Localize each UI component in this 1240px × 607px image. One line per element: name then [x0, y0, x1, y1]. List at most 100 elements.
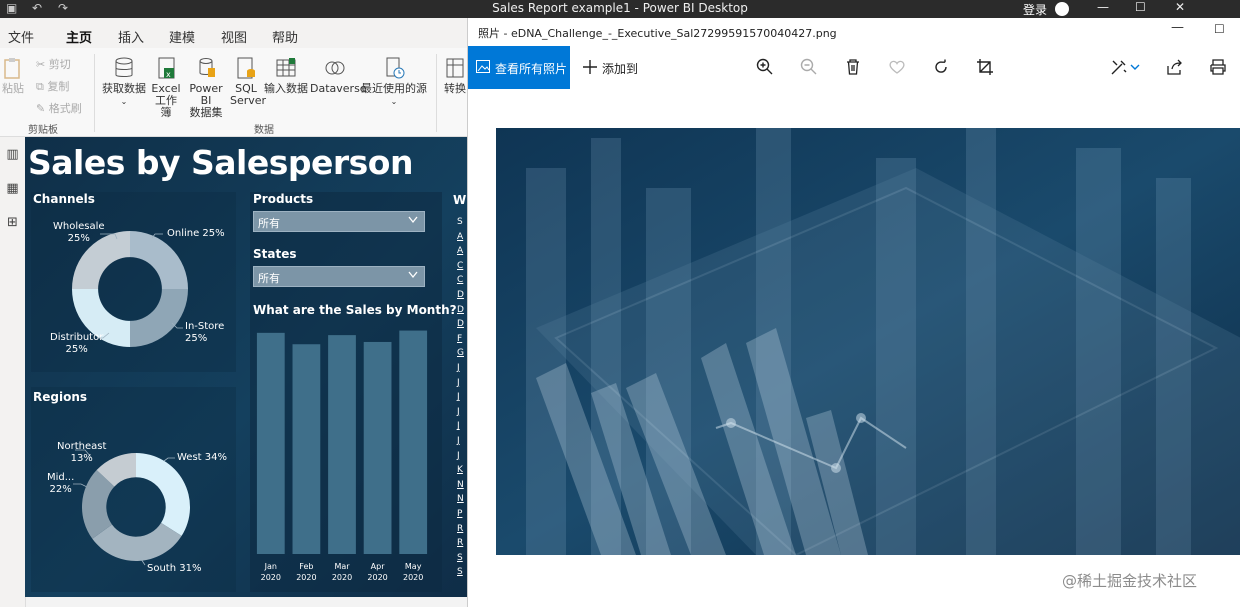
who-table-row[interactable]: G	[457, 348, 464, 358]
recent-sources-button[interactable]: 最近使用的源 ⌄	[360, 56, 428, 108]
excel-label-2: 工作簿	[155, 94, 177, 119]
login-link[interactable]: 登录	[1023, 1, 1047, 18]
who-table-row[interactable]: R	[457, 524, 463, 534]
who-table-row[interactable]: N	[457, 494, 464, 504]
who-table-row[interactable]: A	[457, 246, 463, 256]
regions-donut[interactable]	[80, 451, 192, 563]
regions-label-northeast-pct: 13%	[70, 453, 93, 464]
get-data-button[interactable]: 获取数据 ⌄	[100, 56, 148, 108]
powerbi-titlebar: ▣ ↶ ↷ Sales Report example1 - Power BI D…	[0, 0, 1240, 18]
delete-icon[interactable]	[844, 58, 862, 76]
x-tick-month: May	[404, 562, 422, 571]
who-table-row[interactable]: J	[457, 378, 460, 388]
who-table-row[interactable]: J	[457, 363, 460, 373]
bar-mar[interactable]	[328, 335, 356, 554]
who-table-row[interactable]: F	[457, 334, 462, 344]
who-table-row[interactable]: J	[457, 436, 460, 446]
bar-feb[interactable]	[292, 344, 321, 554]
x-tick-label: Jan 2020	[255, 561, 287, 583]
minimize-icon[interactable]: —	[1097, 0, 1109, 14]
cut-button[interactable]: ✂ 剪切	[36, 56, 71, 72]
sql-icon	[237, 57, 255, 79]
photo-icon	[476, 60, 490, 73]
transform-label: 转换	[444, 82, 466, 95]
who-table-row[interactable]: R	[457, 538, 463, 548]
dataverse-button[interactable]: Dataverse	[310, 56, 367, 95]
close-icon[interactable]: ✕	[1175, 0, 1185, 14]
menu-view[interactable]: 视图	[221, 27, 247, 46]
report-view-icon[interactable]: ▥	[0, 147, 25, 162]
who-table-row[interactable]: C	[457, 275, 463, 285]
who-table-row[interactable]: S	[457, 567, 463, 577]
who-table-row[interactable]: N	[457, 480, 464, 490]
bar-jan[interactable]	[256, 332, 285, 554]
print-icon[interactable]	[1209, 58, 1227, 76]
rotate-icon[interactable]	[932, 58, 950, 76]
edit-icon[interactable]	[1110, 58, 1128, 76]
share-icon[interactable]	[1166, 58, 1184, 76]
data-view-icon[interactable]: ▦	[0, 181, 25, 196]
x-tick-month: Mar	[334, 562, 350, 571]
account-toggle[interactable]	[1055, 2, 1069, 16]
who-table-row[interactable]: P	[457, 509, 462, 519]
who-table-row[interactable]: C	[457, 261, 463, 271]
model-view-icon[interactable]: ⊞	[0, 215, 25, 230]
menu-file[interactable]: 文件	[8, 27, 34, 46]
see-all-photos-button[interactable]: 查看所有照片	[468, 46, 570, 89]
chevron-down-icon[interactable]	[1130, 58, 1140, 76]
zoom-in-icon[interactable]	[756, 58, 774, 76]
menu-help[interactable]: 帮助	[272, 27, 298, 46]
add-to-button[interactable]: 添加到	[580, 46, 650, 89]
report-canvas: Sales by Salesperson Channels Wholesale …	[25, 137, 467, 597]
who-table-row[interactable]: J	[457, 392, 460, 402]
x-tick-year: 2020	[296, 573, 317, 582]
products-dropdown[interactable]: 所有	[253, 211, 425, 232]
copy-button[interactable]: ⧉ 复制	[36, 78, 69, 94]
x-tick-year: 2020	[331, 573, 353, 582]
chevron-down-icon	[408, 271, 418, 279]
excel-icon: x	[158, 57, 175, 79]
regions-slice-west[interactable]	[136, 453, 190, 536]
menu-modeling[interactable]: 建模	[169, 27, 195, 46]
who-table-row[interactable]: J	[457, 451, 460, 461]
regions-label-northeast-name: Northeast	[57, 441, 107, 452]
excel-button[interactable]: x Excel 工作簿	[150, 56, 182, 119]
powerbi-dataset-button[interactable]: Power BI 数据集	[183, 56, 229, 119]
photos-window: 照片 - eDNA_Challenge_-_Executive_Sal27299…	[467, 18, 1240, 607]
bar-apr[interactable]	[363, 341, 392, 554]
paste-button[interactable]: 粘贴	[0, 56, 26, 95]
bar-may[interactable]	[399, 330, 428, 554]
regions-label-northeast: Northeast 13%	[57, 441, 106, 465]
who-table-row[interactable]: S	[457, 553, 463, 563]
crop-icon[interactable]	[976, 58, 994, 76]
ribbon-separator	[436, 54, 437, 132]
who-table-row[interactable]: J	[457, 421, 460, 431]
who-table-row[interactable]: D	[457, 305, 464, 315]
zoom-out-icon[interactable]	[800, 58, 818, 76]
states-dropdown[interactable]: 所有	[253, 266, 425, 287]
format-painter-button[interactable]: ✎ 格式刷	[36, 100, 82, 116]
who-table-row[interactable]: A	[457, 232, 463, 242]
photos-minimize-icon[interactable]: —	[1171, 20, 1184, 35]
maximize-icon[interactable]: ☐	[1135, 0, 1146, 14]
sql-server-button[interactable]: SQL Server	[230, 56, 266, 107]
transform-button[interactable]: 转换	[442, 56, 468, 95]
x-tick-month: Apr	[370, 562, 385, 571]
who-table-row[interactable]: J	[457, 407, 460, 417]
powerbi-label-2: 数据集	[189, 106, 223, 119]
menu-insert[interactable]: 插入	[118, 27, 144, 46]
plus-icon	[583, 60, 597, 74]
x-tick-label: Apr 2020	[362, 561, 394, 583]
who-table-row[interactable]: K	[457, 465, 463, 475]
photos-maximize-icon[interactable]: ☐	[1214, 22, 1225, 36]
menu-bar: 文件 主页 插入 建模 视图 帮助	[0, 18, 470, 51]
enter-data-button[interactable]: 输入数据	[263, 56, 309, 95]
x-tick-label: May 2020	[397, 561, 429, 583]
who-table-header[interactable]: S	[457, 217, 463, 227]
who-table-row[interactable]: D	[457, 290, 464, 300]
menu-home[interactable]: 主页	[66, 27, 93, 51]
favorite-icon[interactable]	[888, 58, 906, 76]
who-table-row[interactable]: D	[457, 319, 464, 329]
add-to-label: 添加到	[602, 62, 639, 76]
ribbon: 粘贴 ✂ 剪切 ⧉ 复制 ✎ 格式刷 剪贴板 获取数据 ⌄ x Excel 工作簿…	[0, 48, 470, 137]
